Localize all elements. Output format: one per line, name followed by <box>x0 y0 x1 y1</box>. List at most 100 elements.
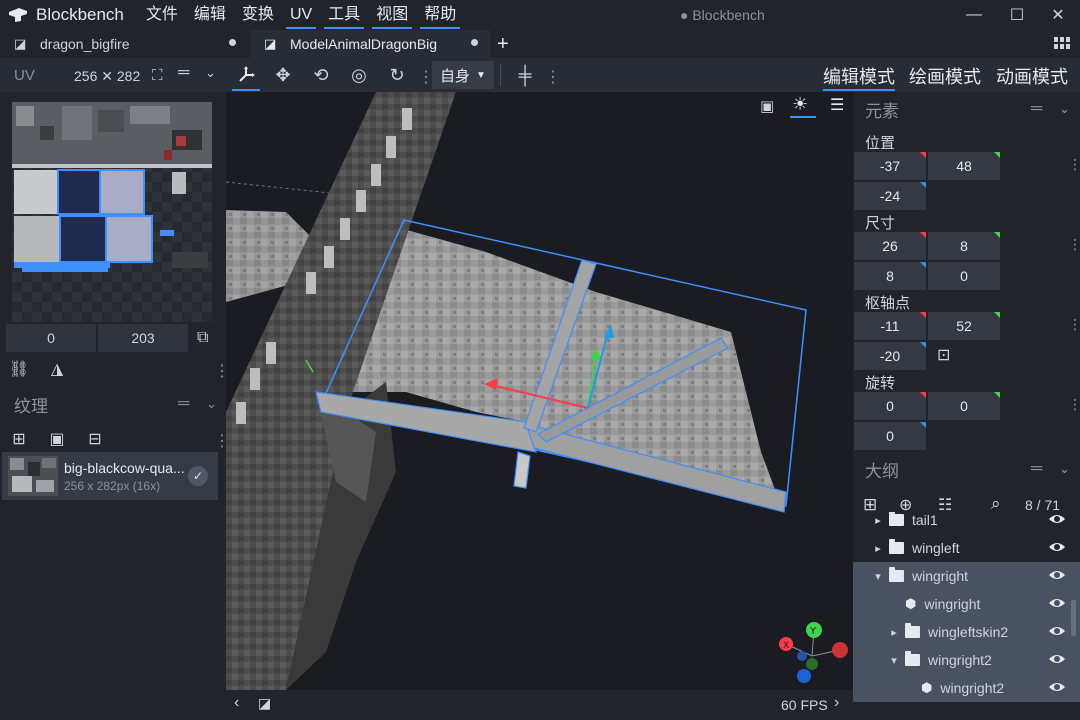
visibility-eye-icon[interactable] <box>1048 652 1066 666</box>
app-name: Blockbench <box>36 5 124 24</box>
move-tool-icon[interactable]: ✥ <box>265 58 301 92</box>
toolbar-more-icon[interactable]: ⋮ <box>545 67 561 87</box>
vertex-snap-icon[interactable]: ↻ <box>379 58 415 92</box>
uv-x-field[interactable]: 0 <box>6 324 96 352</box>
visibility-eye-icon[interactable] <box>1048 596 1066 610</box>
panel-menu-icon[interactable]: ═ <box>178 64 189 82</box>
brightness-icon[interactable]: ☀ <box>792 94 808 115</box>
chevron-right-icon[interactable]: › <box>834 694 839 712</box>
menu-uv[interactable]: UV <box>285 0 317 30</box>
visibility-eye-icon[interactable] <box>1048 568 1066 582</box>
model-icon: ◪ <box>264 36 277 51</box>
transform-space-select[interactable]: 自身 ▼ <box>432 61 494 89</box>
visibility-eye-icon[interactable] <box>1048 624 1066 638</box>
outliner-item[interactable]: ▾ wingright <box>853 562 1080 590</box>
new-tab-button[interactable]: + <box>497 30 509 58</box>
search-icon[interactable]: ⌕ <box>991 494 1001 514</box>
view-orientation-cube[interactable]: X Y <box>774 620 850 684</box>
visibility-eye-icon[interactable] <box>1048 540 1066 554</box>
viewport-menu-icon[interactable]: ☰ <box>830 95 844 115</box>
center-pivot-icon[interactable]: ⊡ <box>937 345 950 365</box>
menu-edit[interactable]: 编辑 <box>194 0 226 30</box>
pivot-tool-icon[interactable]: ◎ <box>341 58 377 92</box>
outliner-item-label: wingright2 <box>928 652 992 668</box>
chevron-down-icon[interactable]: ▾ <box>887 654 901 667</box>
size-more-icon[interactable]: ⋮ <box>1068 236 1080 253</box>
position-more-icon[interactable]: ⋮ <box>1068 156 1080 173</box>
panel-menu-icon[interactable]: ═ <box>178 395 189 413</box>
minimize-icon[interactable]: — <box>954 0 994 30</box>
chevron-left-icon[interactable]: ‹ <box>234 694 239 712</box>
chevron-right-icon[interactable]: ▸ <box>871 514 885 527</box>
grid-view-icon[interactable] <box>1054 37 1070 50</box>
create-texture-icon[interactable]: ⊟ <box>76 424 114 454</box>
pivot-x-field[interactable]: -11 <box>854 312 926 340</box>
chevron-down-icon[interactable]: ⌄ <box>1059 101 1070 117</box>
mirror-modeling-icon[interactable]: ╪ <box>507 58 543 92</box>
window-title: ● Blockbench <box>680 7 765 23</box>
position-x-field[interactable]: -37 <box>854 152 926 180</box>
rotation-more-icon[interactable]: ⋮ <box>1068 396 1080 413</box>
chevron-down-icon[interactable]: ⌄ <box>1059 461 1070 477</box>
menu-transform[interactable]: 变换 <box>242 0 274 30</box>
outliner-item[interactable]: ▸ wingleft <box>853 534 1080 562</box>
add-texture-icon[interactable]: ⊞ <box>0 424 38 454</box>
position-z-field[interactable]: -24 <box>854 182 926 210</box>
uv-editor-canvas[interactable] <box>12 102 212 322</box>
link-icon[interactable]: ⛓ <box>0 354 38 384</box>
outliner-item[interactable]: ▸ tail1 <box>853 512 1080 534</box>
move-cursor-tool-icon[interactable] <box>228 58 264 92</box>
uv-y-field[interactable]: 203 <box>98 324 188 352</box>
size-z-field[interactable]: 8 <box>854 262 926 290</box>
tab-dragon-bigfire[interactable]: ◪ dragon_bigfire <box>0 30 248 58</box>
inflate-field[interactable]: 0 <box>928 262 1000 290</box>
fullscreen-icon[interactable]: ⛶ <box>152 67 163 84</box>
panel-menu-icon[interactable]: ═ <box>1031 460 1042 478</box>
rotate-tool-icon[interactable]: ⟲ <box>303 58 339 92</box>
import-texture-icon[interactable]: ▣ <box>38 424 76 454</box>
pivot-y-field[interactable]: 52 <box>928 312 1000 340</box>
menu-help[interactable]: 帮助 <box>420 0 461 30</box>
outliner-scrollbar[interactable] <box>1071 600 1076 636</box>
rotation-z-field[interactable]: 0 <box>854 422 926 450</box>
outliner-item[interactable]: ▸ wingleftskin2 <box>853 618 1080 646</box>
menu-view[interactable]: 视图 <box>372 0 413 30</box>
visibility-eye-icon[interactable] <box>1048 512 1066 526</box>
tab-label: dragon_bigfire <box>40 36 130 52</box>
close-icon[interactable]: ✕ <box>1038 0 1078 30</box>
size-x-field[interactable]: 26 <box>854 232 926 260</box>
uv-tools-row: ⛓ ◮ ⋮ <box>0 354 230 384</box>
blockbench-window: Blockbench 文件 编辑 变换 UV 工具 视图 帮助 ● Blockb… <box>0 0 1080 720</box>
mode-edit[interactable]: 编辑模式 <box>823 63 895 91</box>
outliner-item[interactable]: ⬢ wingright <box>853 590 1080 618</box>
background-image-icon[interactable]: ▣ <box>760 97 774 115</box>
mode-animate[interactable]: 动画模式 <box>996 63 1068 89</box>
pivot-z-field[interactable]: -20 <box>854 342 926 370</box>
copy-icon[interactable]: ⧉ <box>197 329 208 347</box>
visibility-eye-icon[interactable] <box>1048 680 1066 694</box>
outliner-item[interactable]: ⬢ wingright2 <box>853 674 1080 702</box>
outliner-item[interactable]: ▾ wingright2 <box>853 646 1080 674</box>
cube-icon: ⬢ <box>905 596 917 611</box>
outliner-item-label: wingright <box>912 568 969 584</box>
chevron-right-icon[interactable]: ▸ <box>887 626 901 639</box>
rotation-x-field[interactable]: 0 <box>854 392 926 420</box>
3d-viewport[interactable]: ▣ ☀ ☰ X Y <box>226 92 853 690</box>
mirror-icon[interactable]: ◮ <box>38 354 76 384</box>
texture-item[interactable]: big-blackcow-qua... 256 x 282px (16x) ✓ <box>2 452 218 500</box>
maximize-icon[interactable]: ☐ <box>997 0 1037 30</box>
rotation-y-field[interactable]: 0 <box>928 392 1000 420</box>
menu-file[interactable]: 文件 <box>146 0 178 30</box>
panel-menu-icon[interactable]: ═ <box>1031 100 1042 118</box>
blockbench-logo-icon <box>0 0 36 30</box>
position-y-field[interactable]: 48 <box>928 152 1000 180</box>
chevron-down-icon[interactable]: ⌄ <box>205 65 216 81</box>
chevron-right-icon[interactable]: ▸ <box>871 542 885 555</box>
size-y-field[interactable]: 8 <box>928 232 1000 260</box>
pivot-more-icon[interactable]: ⋮ <box>1068 316 1080 333</box>
mode-paint[interactable]: 绘画模式 <box>909 63 981 89</box>
chevron-down-icon[interactable]: ⌄ <box>206 396 217 412</box>
menu-tools[interactable]: 工具 <box>324 0 365 30</box>
chevron-down-icon[interactable]: ▾ <box>871 570 885 583</box>
tab-model-animal-dragon-big[interactable]: ◪ ModelAnimalDragonBig <box>250 30 490 58</box>
